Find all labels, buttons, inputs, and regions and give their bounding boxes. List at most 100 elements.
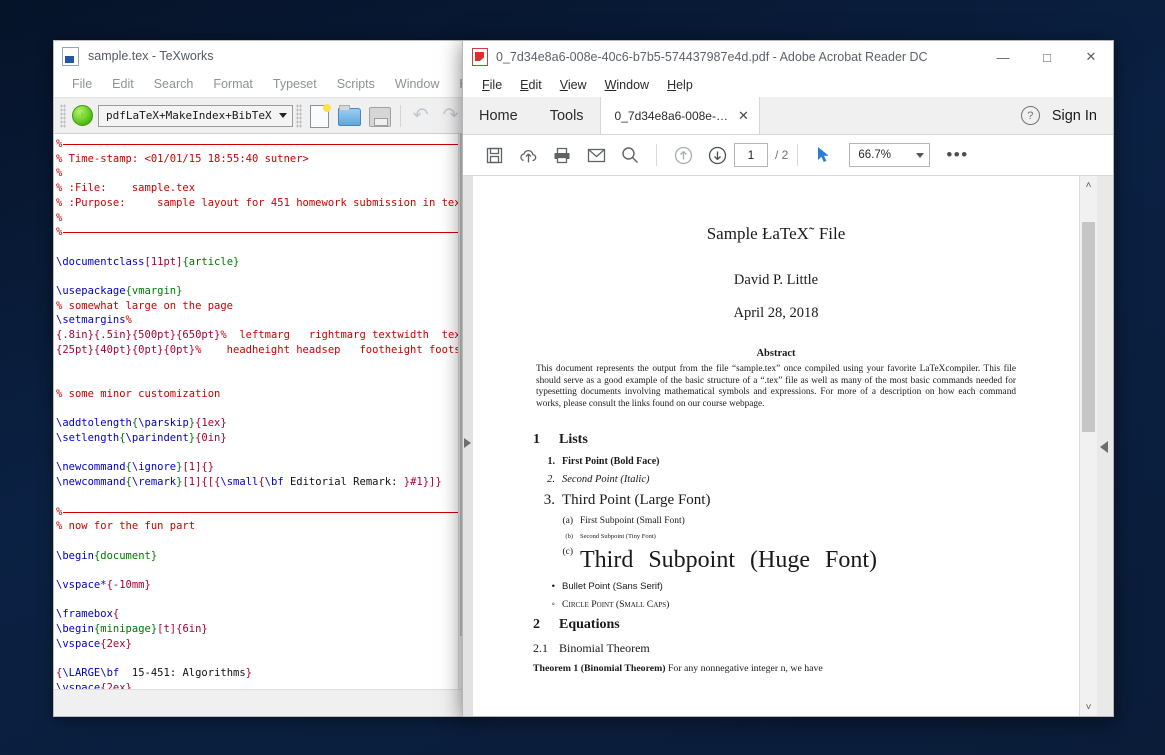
pdf-file-icon [472, 48, 488, 66]
code-line[interactable]: % [56, 211, 458, 226]
code-line[interactable]: {25pt}{40pt}{0pt}{0pt}% headheight heads… [56, 343, 458, 358]
code-line[interactable]: \vspace{2ex} [56, 681, 458, 689]
help-icon[interactable]: ? [1020, 106, 1040, 125]
menu-view[interactable]: View [551, 78, 596, 92]
code-token-cmd: \usepackage [56, 285, 126, 297]
code-line[interactable]: \newcommand{\remark}[1]{[{\small{\bf Edi… [56, 475, 458, 490]
code-line[interactable]: \setmargins% [56, 313, 458, 328]
acrobat-document-area[interactable]: Sample ŁaTeX˜ File David P. Little April… [463, 176, 1113, 716]
acrobat-menubar[interactable]: File Edit View Window Help [463, 73, 1113, 97]
menu-typeset[interactable]: Typeset [263, 77, 327, 91]
pdf-list-item: (c) Third Subpoint (Huge Font) [533, 547, 1019, 574]
code-line[interactable]: % :File: sample.tex [56, 181, 458, 196]
texworks-menubar[interactable]: File Edit Search Format Typeset Scripts … [54, 71, 474, 97]
minimize-button[interactable]: — [981, 41, 1025, 73]
pdf-page-viewport[interactable]: Sample ŁaTeX˜ File David P. Little April… [473, 176, 1079, 716]
texworks-toolbar[interactable]: pdfLaTeX+MakeIndex+BibTeX ↶ ↷ [54, 97, 474, 133]
tab-tools[interactable]: Tools [533, 97, 600, 134]
upload-cloud-icon[interactable] [511, 138, 545, 172]
undo-icon[interactable]: ↶ [408, 103, 434, 129]
scroll-up-button[interactable]: ˄ [1080, 176, 1097, 194]
tab-document[interactable]: 0_7d34e8a6-008e-… ✕ [599, 97, 760, 134]
latex-source-code[interactable]: %% Time-stamp: <01/01/15 18:55:40 sutner… [54, 134, 458, 689]
email-icon[interactable] [579, 138, 613, 172]
zoom-level-dropdown[interactable]: 66.7% [849, 143, 931, 167]
texworks-window[interactable]: sample.tex - TeXworks File Edit Search F… [53, 40, 475, 717]
window-controls[interactable]: — □ ✕ [981, 41, 1113, 73]
acrobat-title: 0_7d34e8a6-008e-40c6-b7b5-574437987e4d.p… [496, 50, 928, 64]
code-line[interactable]: {.8in}{.5in}{500pt}{650pt}% leftmarg rig… [56, 328, 458, 343]
menu-help[interactable]: Help [658, 78, 702, 92]
right-tools-panel-strip[interactable] [1097, 176, 1113, 716]
tab-home[interactable]: Home [463, 97, 534, 134]
scroll-track[interactable] [1080, 194, 1097, 698]
code-token-env: {minipage} [93, 623, 158, 636]
code-line[interactable]: % Time-stamp: <01/01/15 18:55:40 sutner> [56, 152, 458, 167]
code-line[interactable]: \documentclass[11pt]{article} [56, 255, 458, 270]
code-line[interactable]: % now for the fun part [56, 519, 458, 534]
toolbar-divider-2 [797, 144, 799, 166]
code-line[interactable]: \vspace*{-10mm} [56, 578, 458, 593]
open-folder-icon[interactable] [337, 103, 363, 129]
panel-collapse-arrow[interactable] [462, 435, 472, 451]
toolbar-grip-2[interactable] [295, 103, 302, 128]
desktop-background: sample.tex - TeXworks File Edit Search F… [0, 0, 1165, 755]
texworks-titlebar[interactable]: sample.tex - TeXworks [54, 41, 474, 71]
close-icon[interactable]: ✕ [738, 108, 749, 124]
code-line[interactable]: \vspace{2ex} [56, 637, 458, 652]
acrobat-toolbar[interactable]: 1 / 2 66.7% ••• [463, 135, 1113, 176]
menu-edit[interactable]: Edit [511, 78, 551, 92]
print-icon[interactable] [545, 138, 579, 172]
menu-search[interactable]: Search [144, 77, 204, 91]
code-line[interactable]: \begin{minipage}[t]{6in} [56, 622, 458, 637]
code-line[interactable]: % some minor customization [56, 387, 458, 402]
acrobat-tabbar[interactable]: Home Tools 0_7d34e8a6-008e-… ✕ ? Sign In [463, 97, 1113, 135]
code-line[interactable]: \begin{document} [56, 549, 458, 564]
code-token-arg: {-10mm} [106, 579, 151, 592]
menu-window[interactable]: Window [596, 78, 658, 92]
select-cursor-icon[interactable] [807, 138, 841, 172]
right-panel-expand-arrow[interactable] [1100, 441, 1108, 453]
code-line[interactable]: \usepackage{vmargin} [56, 284, 458, 299]
code-line[interactable]: \framebox{ [56, 607, 458, 622]
code-line[interactable]: % [56, 166, 458, 181]
save-icon[interactable] [367, 103, 393, 129]
toolbar-grip[interactable] [60, 103, 66, 128]
acrobat-reader-window[interactable]: 0_7d34e8a6-008e-40c6-b7b5-574437987e4d.p… [462, 40, 1114, 717]
code-line[interactable]: % somewhat large on the page [56, 299, 458, 314]
menu-edit[interactable]: Edit [102, 77, 144, 91]
code-line[interactable]: \setlength{\parindent}{0in} [56, 431, 458, 446]
menu-file[interactable]: File [62, 77, 102, 91]
scroll-down-button[interactable]: ˅ [1080, 698, 1097, 716]
toolbar-divider [656, 144, 657, 166]
code-token-com: % headheight headsep footheight footskip [195, 343, 458, 356]
typeset-run-button[interactable] [72, 105, 93, 126]
menu-scripts[interactable]: Scripts [327, 77, 385, 91]
next-page-icon[interactable] [700, 138, 734, 172]
menu-window[interactable]: Window [385, 77, 449, 91]
typeset-engine-dropdown[interactable]: pdfLaTeX+MakeIndex+BibTeX [98, 104, 293, 127]
new-document-icon[interactable] [307, 103, 333, 129]
more-tools-button[interactable]: ••• [946, 145, 968, 165]
menu-format[interactable]: Format [203, 77, 263, 91]
search-icon[interactable] [613, 138, 647, 172]
pdf-vertical-scrollbar[interactable]: ˄ ˅ [1079, 176, 1097, 716]
save-icon[interactable] [477, 138, 511, 172]
horizontal-rule [63, 511, 458, 513]
code-line[interactable]: \addtolength{\parskip}{1ex} [56, 416, 458, 431]
previous-page-icon[interactable] [666, 138, 700, 172]
texworks-editor[interactable]: %% Time-stamp: <01/01/15 18:55:40 sutner… [54, 133, 474, 689]
menu-file[interactable]: File [473, 78, 511, 92]
acrobat-titlebar[interactable]: 0_7d34e8a6-008e-40c6-b7b5-574437987e4d.p… [463, 41, 1113, 73]
maximize-button[interactable]: □ [1025, 41, 1069, 73]
code-line[interactable]: \newcommand{\ignore}[1]{} [56, 460, 458, 475]
close-button[interactable]: ✕ [1069, 41, 1113, 73]
code-line[interactable]: {\LARGE\bf 15-451: Algorithms} [56, 666, 458, 681]
pdf-title: Sample ŁaTeX˜ File [706, 224, 846, 243]
pdf-list-item: (a) First Subpoint (Small Font) [533, 516, 1019, 526]
page-number-input[interactable]: 1 [734, 143, 768, 167]
sign-in-button[interactable]: Sign In [1052, 97, 1113, 134]
code-line[interactable]: % :Purpose: sample layout for 451 homewo… [56, 196, 458, 211]
scroll-thumb[interactable] [1082, 222, 1095, 432]
redo-icon[interactable]: ↷ [438, 103, 464, 129]
